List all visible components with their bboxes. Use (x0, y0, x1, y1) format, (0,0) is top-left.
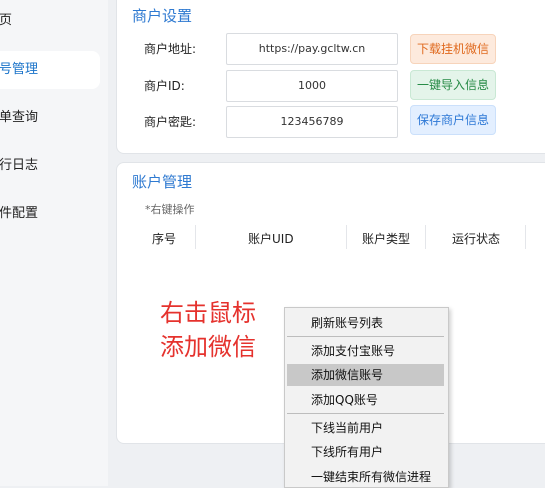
column-divider (425, 225, 426, 249)
column-header-uid[interactable]: 账户UID (248, 230, 294, 247)
hint-line-1: 右击鼠标 (160, 299, 256, 327)
column-divider (346, 225, 347, 249)
sidebar-item-settings[interactable]: 软件配置 (0, 195, 100, 233)
menu-item-logout-current[interactable]: 下线当前用户 (287, 417, 444, 439)
merchant-key-label: 商户密匙: (144, 115, 197, 129)
import-info-button[interactable]: 一键导入信息 (410, 70, 497, 100)
menu-item-refresh-accounts[interactable]: 刷新账号列表 (287, 312, 444, 334)
menu-item-add-alipay[interactable]: 添加支付宝账号 (287, 340, 444, 362)
sidebar-item-label: 首页 (0, 13, 13, 28)
merchant-id-field[interactable]: 1000 (226, 70, 398, 102)
sidebar-item-label: 账号管理 (0, 62, 39, 77)
menu-separator (287, 336, 444, 337)
merchant-address-field[interactable]: https://pay.gcltw.cn (226, 33, 398, 65)
menu-separator (287, 413, 444, 414)
sidebar-item-label: 软件配置 (0, 206, 39, 221)
download-wechat-button[interactable]: 下载挂机微信 (410, 34, 497, 64)
sidebar-item-accounts[interactable]: 账号管理 (0, 51, 100, 89)
merchant-address-label: 商户地址: (144, 42, 197, 56)
column-divider (525, 225, 526, 249)
context-menu: 刷新账号列表 添加支付宝账号 添加微信账号 添加QQ账号 下线当前用户 下线所有… (284, 307, 449, 488)
menu-item-add-wechat[interactable]: 添加微信账号 (287, 364, 444, 386)
sidebar-item-label: 订单查询 (0, 110, 39, 125)
sidebar-item-orders[interactable]: 订单查询 (0, 99, 100, 137)
column-header-status[interactable]: 运行状态 (452, 230, 500, 247)
merchant-panel-title: 商户设置 (132, 7, 193, 25)
accounts-panel-title: 账户管理 (132, 173, 193, 191)
save-merchant-button[interactable]: 保存商户信息 (410, 105, 497, 135)
right-click-note: *右键操作 (145, 203, 195, 216)
hint-line-2: 添加微信 (160, 333, 256, 361)
sidebar: 首页 账号管理 订单查询 运行日志 软件配置 (0, 0, 108, 486)
column-header-index[interactable]: 序号 (152, 230, 176, 247)
sidebar-item-logs[interactable]: 运行日志 (0, 147, 100, 185)
sidebar-item-label: 运行日志 (0, 158, 39, 173)
menu-item-add-qq[interactable]: 添加QQ账号 (287, 389, 444, 411)
sidebar-item-home[interactable]: 首页 (0, 2, 100, 40)
column-header-type[interactable]: 账户类型 (362, 230, 410, 247)
menu-item-kill-wechat[interactable]: 一键结束所有微信进程 (287, 466, 444, 488)
merchant-id-label: 商户ID: (144, 79, 185, 93)
column-divider (195, 225, 196, 249)
merchant-key-field[interactable]: 123456789 (226, 106, 398, 138)
menu-item-logout-all[interactable]: 下线所有用户 (287, 441, 444, 463)
